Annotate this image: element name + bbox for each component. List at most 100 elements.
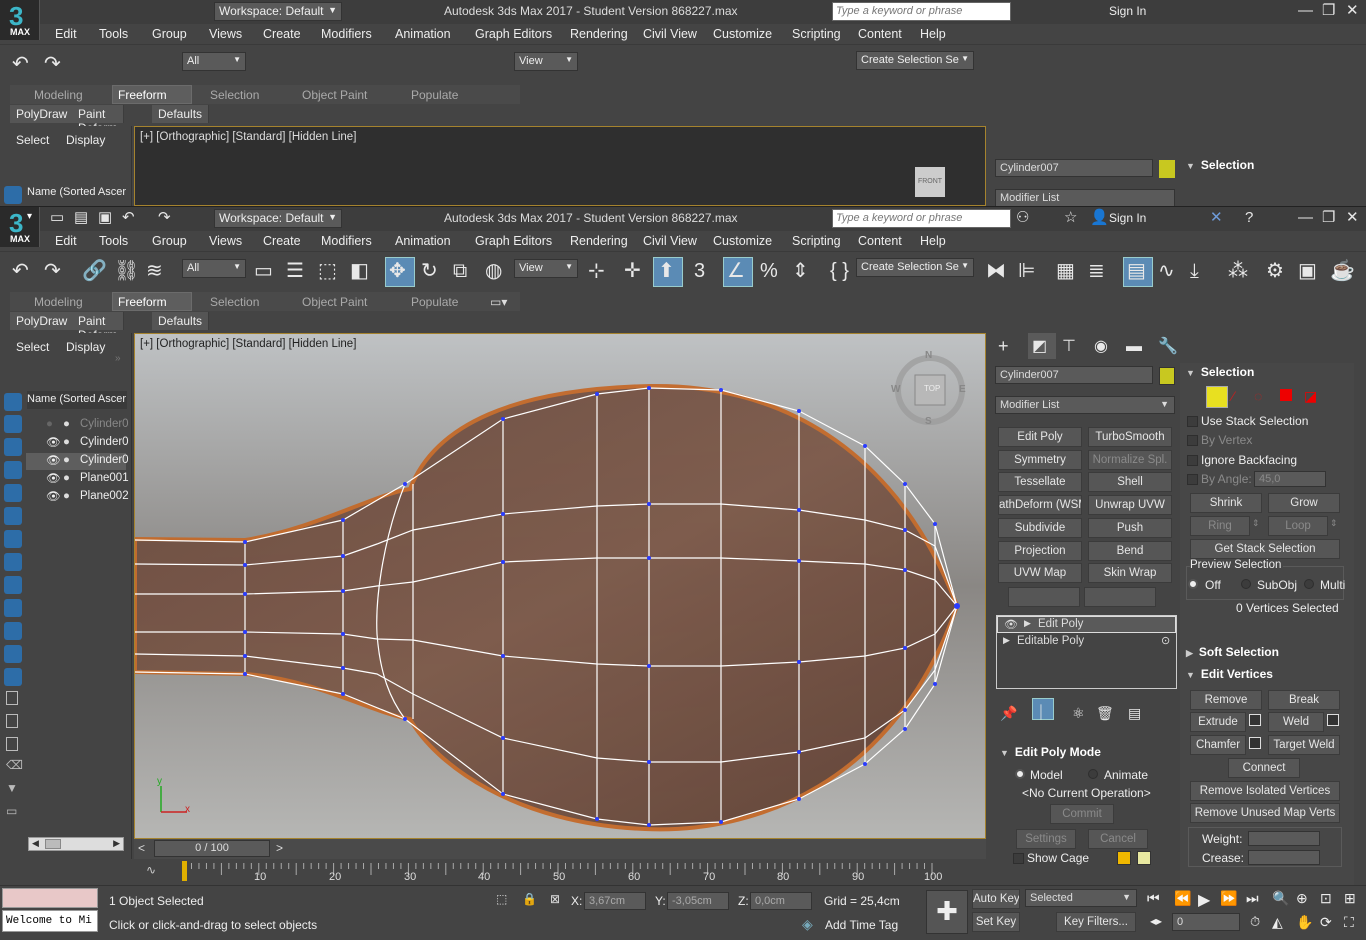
edit-named-selection-icon[interactable]: { } bbox=[830, 261, 849, 281]
modifier-list-dropdown[interactable]: Modifier List bbox=[995, 189, 1175, 206]
menu-modifiers[interactable]: Modifiers bbox=[321, 27, 372, 41]
configure-sets-icon[interactable]: ▤ bbox=[1128, 703, 1141, 723]
mod-empty-button[interactable] bbox=[1084, 587, 1156, 607]
orbit-icon[interactable]: ⟳ bbox=[1320, 914, 1332, 931]
redo-icon[interactable]: ↷ bbox=[44, 54, 61, 74]
mod-edit-poly-button[interactable]: Edit Poly bbox=[998, 427, 1082, 447]
ring-spinner-icon[interactable]: ⇕ bbox=[1252, 518, 1260, 529]
mod-symmetry-button[interactable]: Symmetry bbox=[998, 450, 1082, 470]
select-invert-icon[interactable] bbox=[6, 737, 18, 751]
display-all-icon[interactable] bbox=[4, 393, 22, 411]
subtab-polydraw[interactable]: PolyDraw bbox=[10, 312, 75, 330]
menu-scripting[interactable]: Scripting bbox=[792, 234, 841, 248]
stack-item-editable-poly[interactable]: ▶ Editable Poly ⊙ bbox=[997, 634, 1176, 651]
object-name-field[interactable]: Cylinder007 bbox=[995, 159, 1153, 177]
extrude-button[interactable]: Extrude bbox=[1190, 712, 1246, 732]
scene-item[interactable]: 👁 ● Plane002 bbox=[26, 489, 129, 506]
weight-spinner[interactable] bbox=[1248, 831, 1320, 846]
object-name-field[interactable]: Cylinder007 bbox=[995, 366, 1153, 384]
close-icon[interactable]: ✕ bbox=[1346, 210, 1359, 226]
app-logo[interactable]: 3 MAX bbox=[0, 0, 40, 40]
use-stack-selection-checkbox[interactable] bbox=[1187, 416, 1198, 427]
get-stack-selection-button[interactable]: Get Stack Selection bbox=[1190, 539, 1340, 559]
commit-button[interactable]: Commit bbox=[1050, 804, 1114, 824]
ribbon-tab-selection[interactable]: Selection bbox=[210, 88, 259, 102]
schematic-view-icon[interactable]: ⤓ bbox=[1190, 261, 1199, 281]
rendered-frame-icon[interactable]: ▣ bbox=[1298, 261, 1317, 281]
spacewarps-filter-icon[interactable] bbox=[4, 530, 22, 548]
find-icon[interactable]: ⌫ bbox=[6, 758, 23, 772]
menu-rendering[interactable]: Rendering bbox=[570, 234, 628, 248]
crease-spinner[interactable] bbox=[1248, 850, 1320, 865]
redo-icon[interactable]: ↷ bbox=[44, 261, 61, 281]
x-coordinate-field[interactable]: 3,67cm bbox=[584, 892, 646, 910]
mod-tessellate-button[interactable]: Tessellate bbox=[998, 472, 1082, 492]
time-config-icon[interactable]: ⏱ bbox=[1250, 914, 1260, 930]
eye-icon[interactable]: 👁 bbox=[46, 489, 61, 503]
mod-skin-wrap-button[interactable]: Skin Wrap bbox=[1088, 563, 1172, 583]
containers-filter-icon[interactable] bbox=[4, 622, 22, 640]
field-of-view-icon[interactable]: ◭ bbox=[1272, 914, 1283, 931]
modifier-list-dropdown[interactable]: Modifier List ▼ bbox=[995, 396, 1175, 414]
save-file-icon[interactable]: ▣ bbox=[98, 210, 112, 226]
menu-help[interactable]: Help bbox=[920, 234, 946, 248]
preview-subobj-radio[interactable] bbox=[1241, 579, 1251, 589]
viewport-bg[interactable]: [+] [Orthographic] [Standard] [Hidden Li… bbox=[134, 126, 986, 206]
selection-rollout-header-bg[interactable]: ▼ Selection bbox=[1186, 158, 1254, 172]
cameras-filter-icon[interactable] bbox=[4, 484, 22, 502]
weld-button[interactable]: Weld bbox=[1268, 712, 1324, 732]
menu-tools[interactable]: Tools bbox=[99, 27, 128, 41]
cancel-button[interactable]: Cancel bbox=[1088, 829, 1148, 849]
object-color-swatch[interactable] bbox=[1159, 367, 1175, 385]
time-slider-thumb[interactable]: 0 / 100 bbox=[154, 840, 270, 857]
viewport-label[interactable]: [+] [Orthographic] [Standard] [Hidden Li… bbox=[140, 338, 356, 350]
viewcube-top-face[interactable]: TOP bbox=[924, 384, 940, 393]
remove-button[interactable]: Remove bbox=[1190, 690, 1262, 710]
mod-push-button[interactable]: Push bbox=[1088, 518, 1172, 538]
close-icon[interactable]: ✕ bbox=[1346, 3, 1359, 19]
place-icon[interactable]: ◍ bbox=[485, 261, 502, 281]
target-weld-button[interactable]: Target Weld bbox=[1268, 735, 1340, 755]
set-key-button[interactable]: Set Key bbox=[972, 912, 1020, 932]
unlink-icon[interactable]: ⛓ bbox=[114, 261, 139, 281]
undo-icon[interactable]: ↶ bbox=[122, 210, 135, 226]
window-crossing-icon[interactable]: ◧ bbox=[350, 261, 369, 281]
keyboard-shortcut-icon[interactable]: ⬆ bbox=[658, 261, 675, 281]
folder-icon[interactable]: ▭ bbox=[6, 804, 17, 818]
loop-spinner-icon[interactable]: ⇕ bbox=[1330, 518, 1338, 529]
menu-animation[interactable]: Animation bbox=[395, 234, 451, 248]
display-menu[interactable]: Display bbox=[66, 340, 105, 354]
curve-editor-mini-icon[interactable]: ∿ bbox=[146, 863, 156, 877]
name-column-header[interactable]: Name (Sorted Ascer bbox=[27, 184, 127, 202]
subtab-defaults[interactable]: Defaults bbox=[152, 312, 210, 330]
binoculars-icon[interactable]: ⚇ bbox=[1016, 210, 1029, 226]
menu-customize[interactable]: Customize bbox=[713, 234, 772, 248]
time-tag-icon[interactable]: ◈ bbox=[802, 916, 813, 933]
open-file-icon[interactable]: ▤ bbox=[74, 210, 88, 226]
chamfer-button[interactable]: Chamfer bbox=[1190, 735, 1246, 755]
menu-edit[interactable]: Edit bbox=[55, 234, 77, 248]
render-setup-icon[interactable]: ⚙ bbox=[1266, 261, 1284, 281]
move-icon[interactable]: ✥ bbox=[389, 261, 406, 281]
menu-customize[interactable]: Customize bbox=[713, 27, 772, 41]
break-button[interactable]: Break bbox=[1268, 690, 1340, 710]
scene-item[interactable]: ● ● Cylinder0 bbox=[26, 417, 129, 434]
user-icon[interactable]: 👤 bbox=[1090, 210, 1109, 226]
remove-isolated-vertices-button[interactable]: Remove Isolated Vertices bbox=[1190, 781, 1340, 801]
pivot-center-icon[interactable]: ⊹ bbox=[588, 261, 605, 281]
maxscript-mini-listener-output[interactable] bbox=[2, 888, 98, 908]
ribbon-tab-object-paint[interactable]: Object Paint bbox=[302, 88, 367, 102]
goto-start-icon[interactable]: ⏮ bbox=[1147, 890, 1160, 907]
menu-tools[interactable]: Tools bbox=[99, 234, 128, 248]
mod-uvw-map-button[interactable]: UVW Map bbox=[998, 563, 1082, 583]
next-frame-button[interactable]: > bbox=[276, 841, 283, 855]
menu-civil-view[interactable]: Civil View bbox=[643, 234, 697, 248]
snaps-toggle-icon[interactable]: 3 bbox=[694, 261, 705, 281]
create-tab-icon[interactable]: + bbox=[998, 336, 1009, 356]
soft-selection-rollout-header[interactable]: ▶ Soft Selection bbox=[1186, 645, 1279, 659]
redo-icon[interactable]: ↷ bbox=[158, 210, 171, 226]
menu-modifiers[interactable]: Modifiers bbox=[321, 234, 372, 248]
ref-coord-dropdown[interactable]: View ▼ bbox=[514, 52, 578, 71]
menu-group[interactable]: Group bbox=[152, 234, 187, 248]
extrude-settings-icon[interactable] bbox=[1249, 714, 1261, 726]
